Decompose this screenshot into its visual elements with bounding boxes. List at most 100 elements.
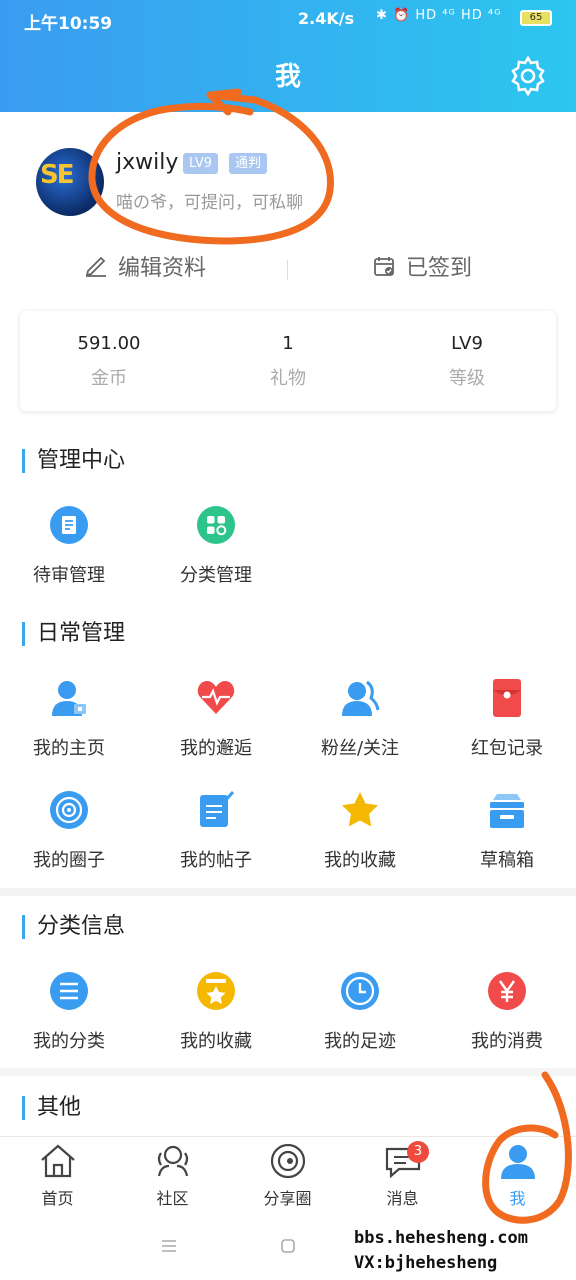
grid-item-label: 我的收藏 (180, 1031, 252, 1052)
signature: 喵の爷，可提问，可私聊 (116, 193, 303, 213)
grid-item-label: 我的分类 (33, 1031, 105, 1052)
stat-label: 金币 (91, 368, 127, 389)
clock-icon (340, 971, 380, 1011)
community-icon (157, 1145, 188, 1177)
stat-level[interactable]: LV9 等级 (378, 333, 556, 390)
grid-item-label: 草稿箱 (480, 850, 534, 871)
section-title-classified: 分类信息 (22, 915, 125, 939)
edit-profile-button[interactable]: 编辑资料 (84, 250, 206, 282)
page-title: 我 (274, 62, 301, 92)
grid-item-label: 我的邂逅 (180, 738, 252, 759)
bottom-tab-bar: 首页 社区 分享圈 3 消息 我 (0, 1136, 576, 1217)
grid-item-footprints[interactable]: 我的足迹 (288, 971, 432, 1053)
unread-badge: 3 (407, 1141, 429, 1163)
grid-item-followers[interactable]: 粉丝/关注 (288, 678, 432, 760)
share-circle-icon (270, 1143, 305, 1179)
tab-me[interactable]: 我 (460, 1143, 575, 1209)
me-icon (500, 1145, 535, 1179)
red-envelope-icon (487, 678, 527, 718)
edit-profile-label: 编辑资料 (118, 256, 207, 281)
level-badge: LV9 (183, 153, 218, 174)
circle-target-icon (49, 790, 89, 830)
menu-icon[interactable] (160, 1238, 178, 1254)
section-title-daily: 日常管理 (22, 622, 125, 646)
grid-item-label: 我的主页 (33, 738, 105, 759)
tab-home[interactable]: 首页 (0, 1143, 115, 1209)
grid-item-red-envelope[interactable]: 红包记录 (435, 678, 576, 760)
home-square-icon[interactable] (280, 1238, 296, 1254)
role-badge: 通判 (229, 153, 268, 174)
stat-value: LV9 (451, 333, 483, 354)
grid-item-my-circles[interactable]: 我的圈子 (0, 790, 141, 872)
section-separator (0, 1068, 576, 1076)
divider (287, 260, 288, 280)
stat-coins[interactable]: 591.00 金币 (20, 333, 198, 390)
post-edit-icon (196, 790, 236, 830)
grid-item-category-manage[interactable]: 分类管理 (144, 505, 288, 587)
stats-card: 591.00 金币 1 礼物 LV9 等级 (20, 311, 556, 411)
status-bar: 上午10:59 2.4K/s ✱ ⏰ HD ⁴ᴳ HD ⁴ᴳ 65 (0, 0, 576, 38)
grid-item-classified-favorites[interactable]: 我的收藏 (144, 971, 288, 1053)
username: jxwily (116, 150, 179, 175)
category-grid-icon (196, 505, 236, 545)
followers-icon (340, 678, 380, 718)
grid-item-label: 分类管理 (180, 565, 252, 586)
watermark-contact: VX:bjhehesheng (354, 1253, 498, 1273)
tab-label: 消息 (386, 1189, 419, 1208)
tab-community[interactable]: 社区 (115, 1143, 230, 1209)
status-indicators: ✱ ⏰ HD ⁴ᴳ HD ⁴ᴳ (376, 8, 502, 23)
grid-item-pending-review[interactable]: 待审管理 (0, 505, 141, 587)
grid-item-label: 我的消费 (471, 1031, 543, 1052)
tab-label: 分享圈 (263, 1189, 312, 1208)
draft-box-icon (487, 790, 527, 830)
grid-item-label: 我的足迹 (324, 1031, 396, 1052)
section-title-other: 其他 (22, 1096, 81, 1120)
yen-icon (487, 971, 527, 1011)
battery-icon: 65 (520, 10, 552, 26)
profile-actions: 编辑资料 已签到 (0, 250, 576, 290)
avatar-art: SE (40, 160, 74, 190)
home-icon (40, 1144, 75, 1178)
section-title-admin: 管理中心 (22, 449, 125, 473)
checkin-button[interactable]: 已签到 (372, 250, 472, 282)
grid-item-label: 粉丝/关注 (320, 738, 400, 759)
heart-pulse-icon (196, 678, 236, 718)
stat-label: 等级 (449, 368, 485, 389)
star-icon (340, 790, 380, 830)
grid-item-encounter[interactable]: 我的邂逅 (144, 678, 288, 760)
stat-label: 礼物 (270, 368, 306, 389)
grid-item-my-categories[interactable]: 我的分类 (0, 971, 141, 1053)
section-separator (0, 888, 576, 896)
grid-item-label: 红包记录 (471, 738, 543, 759)
grid-item-favorites[interactable]: 我的收藏 (288, 790, 432, 872)
grid-item-label: 待审管理 (33, 565, 105, 586)
tab-label: 我 (509, 1189, 526, 1208)
header: 我 (0, 38, 576, 112)
user-home-icon (49, 678, 89, 718)
tab-label: 社区 (156, 1189, 189, 1208)
gear-icon[interactable] (506, 54, 550, 98)
stat-gifts[interactable]: 1 礼物 (199, 333, 377, 390)
grid-item-label: 我的帖子 (180, 850, 252, 871)
grid-item-label: 我的收藏 (324, 850, 396, 871)
status-time: 上午10:59 (24, 14, 113, 34)
list-icon (49, 971, 89, 1011)
review-doc-icon (49, 505, 89, 545)
calendar-check-icon (374, 257, 394, 276)
avatar[interactable]: SE (36, 148, 104, 216)
network-speed: 2.4K/s (298, 9, 355, 28)
checkin-label: 已签到 (406, 256, 473, 281)
pencil-icon (85, 256, 106, 277)
tab-messages[interactable]: 3 消息 (345, 1141, 460, 1209)
star-box-icon (196, 971, 236, 1011)
stat-value: 1 (282, 333, 294, 354)
grid-item-spending[interactable]: 我的消费 (435, 971, 576, 1053)
grid-item-my-posts[interactable]: 我的帖子 (144, 790, 288, 872)
grid-item-label: 我的圈子 (33, 850, 105, 871)
grid-item-my-home[interactable]: 我的主页 (0, 678, 141, 760)
tab-share-circle[interactable]: 分享圈 (230, 1143, 345, 1209)
stat-value: 591.00 (77, 333, 141, 354)
tab-label: 首页 (41, 1189, 74, 1208)
watermark-url: bbs.hehesheng.com (354, 1228, 528, 1248)
grid-item-drafts[interactable]: 草稿箱 (435, 790, 576, 872)
